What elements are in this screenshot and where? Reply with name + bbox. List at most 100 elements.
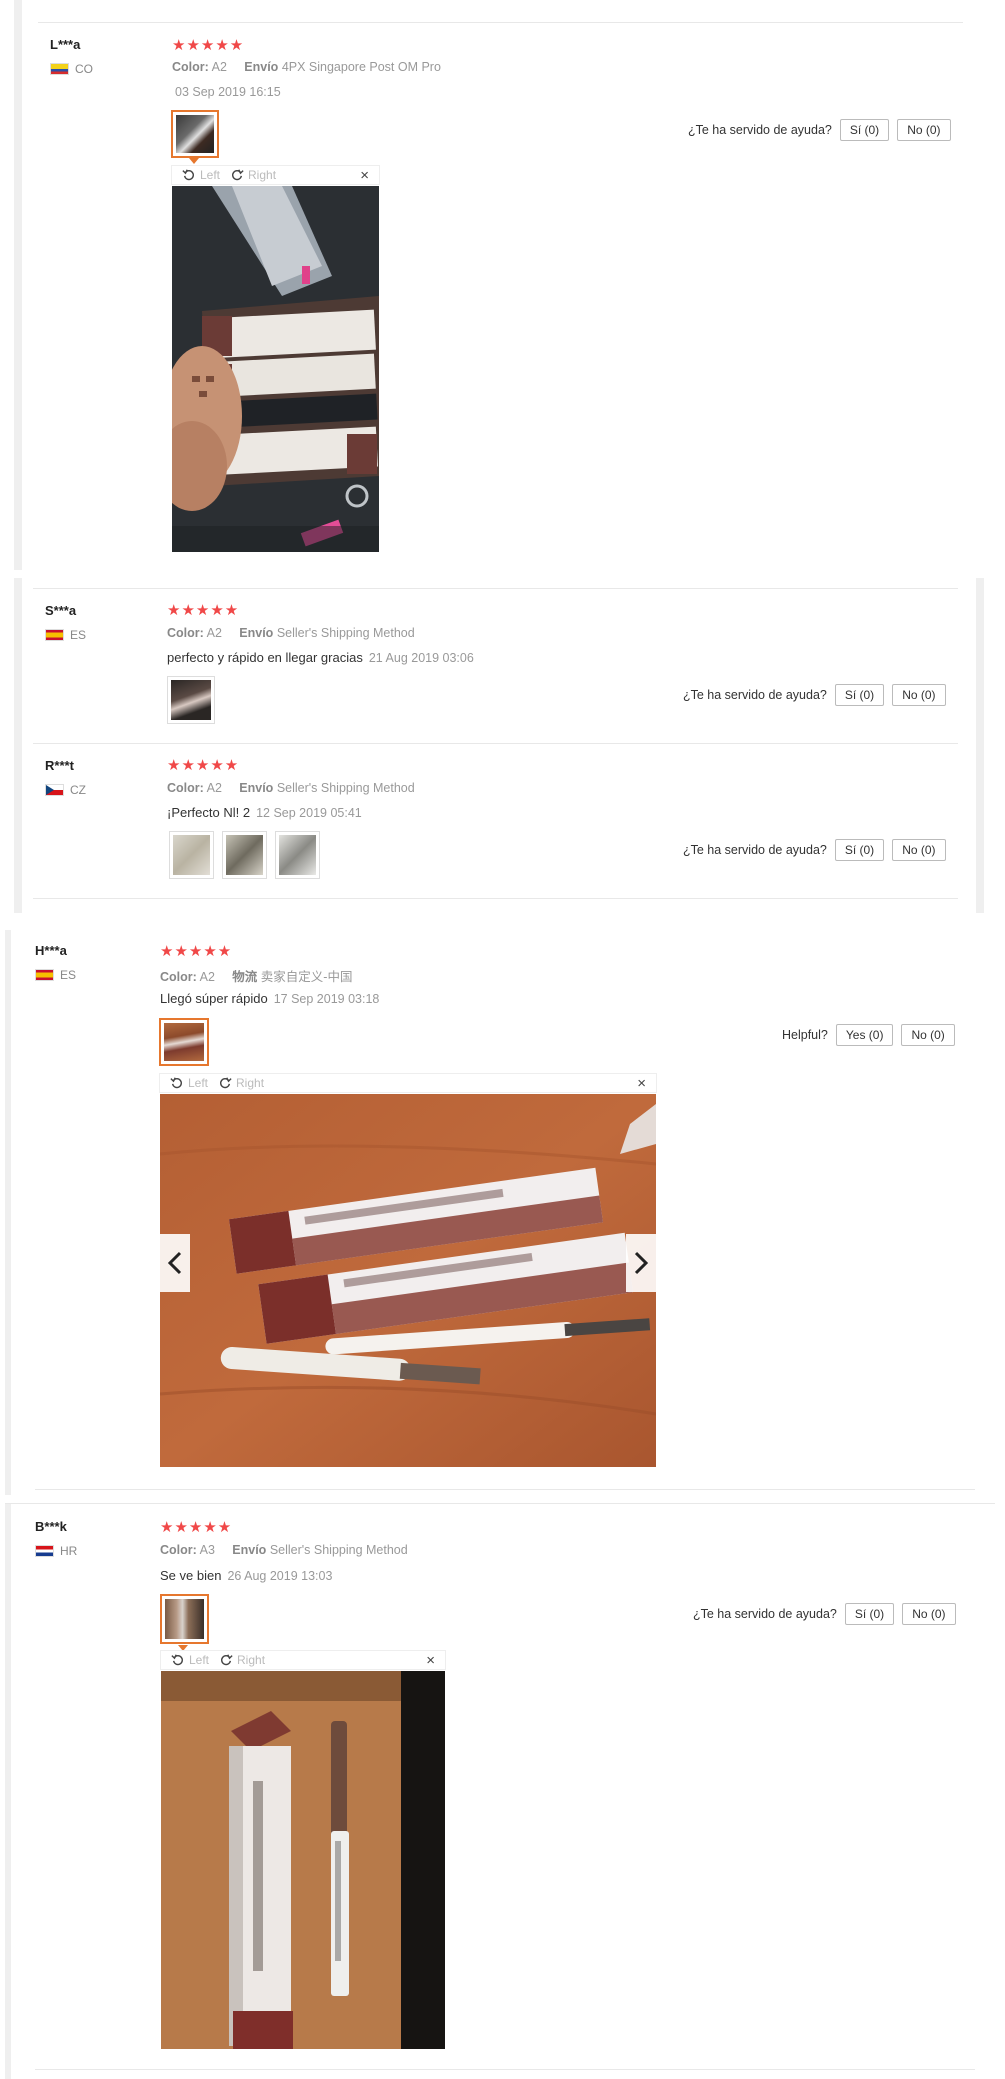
close-viewer-icon[interactable]: × (360, 167, 369, 184)
reviewer-country: CO (50, 62, 93, 76)
thumbnail-image (171, 680, 211, 720)
shipping-label: Envío (244, 60, 279, 74)
panel-left-bar (5, 1503, 11, 2079)
country-code: CO (75, 62, 93, 76)
rotate-right-button[interactable]: Right (219, 1653, 265, 1667)
helpful-no-button[interactable]: No (0) (902, 1603, 956, 1625)
reviewer-name: S***a (45, 603, 77, 618)
reviewer-country: HR (35, 1544, 77, 1558)
divider (35, 1489, 975, 1490)
review-date: 12 Sep 2019 05:41 (256, 806, 362, 820)
shipping-value: 卖家自定义-中国 (260, 970, 353, 984)
color-value: A2 (206, 626, 222, 640)
helpful-yes-button[interactable]: Sí (0) (839, 119, 890, 141)
review-photo-large (172, 186, 379, 552)
shipping-label: Envío (232, 1543, 267, 1557)
close-viewer-icon[interactable]: × (426, 1652, 435, 1669)
thumbnail-image (173, 835, 210, 875)
rotate-left-button[interactable]: Left (171, 1653, 209, 1667)
color-label: Color: (160, 970, 197, 984)
helpful-yes-button[interactable]: Yes (0) (835, 1024, 894, 1046)
review-photo-thumbnail[interactable] (222, 831, 267, 879)
reviewer-country: CZ (45, 783, 86, 797)
chevron-left-icon (167, 1251, 182, 1275)
rotate-right-button[interactable]: Right (230, 168, 276, 182)
review-panel-4 (5, 1503, 995, 2079)
review-text: ¡Perfecto Nl! 2 12 Sep 2019 05:41 (167, 805, 362, 820)
review-body: Se ve bien (160, 1568, 222, 1583)
review-date: 17 Sep 2019 03:18 (273, 992, 380, 1006)
helpful-yes-button[interactable]: Sí (0) (834, 839, 885, 861)
photo-viewer-toolbar: Left Right × (160, 1650, 446, 1670)
review-photo-thumbnail[interactable] (159, 1018, 209, 1066)
helpful-box: Helpful? Yes (0) No (0) (782, 1024, 955, 1046)
helpful-yes-button[interactable]: Sí (0) (834, 684, 885, 706)
helpful-no-button[interactable]: No (0) (892, 684, 946, 706)
divider (33, 898, 958, 899)
color-label: Color: (160, 1543, 197, 1557)
country-code: ES (60, 968, 77, 982)
panel-left-bar (14, 0, 22, 570)
review-panel-2 (14, 578, 984, 913)
rotate-left-button[interactable]: Left (182, 168, 220, 182)
country-code: HR (60, 1544, 78, 1558)
review-photo-thumbnail[interactable] (167, 676, 215, 724)
helpful-box: ¿Te ha servido de ayuda? Sí (0) No (0) (693, 1603, 956, 1625)
color-value: A3 (199, 1543, 215, 1557)
review-photo-thumbnail[interactable] (171, 110, 219, 158)
reviewer-name: R***t (45, 758, 74, 773)
shipping-value: Seller's Shipping Method (269, 1543, 408, 1557)
shipping-value: Seller's Shipping Method (276, 626, 415, 640)
thumbnail-pointer (189, 158, 199, 164)
close-viewer-icon[interactable]: × (637, 1075, 646, 1092)
flag-co-icon (50, 63, 69, 75)
review-meta: Color: A2 物流 卖家自定义-中国 (160, 966, 352, 985)
country-code: CZ (70, 783, 86, 797)
helpful-no-button[interactable]: No (0) (892, 839, 946, 861)
helpful-no-button[interactable]: No (0) (897, 119, 951, 141)
rotate-right-label: Right (236, 1076, 265, 1090)
thumbnail-image (164, 1023, 204, 1061)
divider (33, 588, 958, 589)
photo-viewer-toolbar: Left Right × (159, 1073, 657, 1093)
star-rating: ★★★★★ (172, 37, 245, 54)
shipping-label: Envío (239, 626, 274, 640)
flag-es-icon (45, 629, 64, 641)
color-label: Color: (167, 626, 204, 640)
reviewer-name: L***a (50, 37, 81, 52)
review-text: Llegó súper rápido 17 Sep 2019 03:18 (160, 991, 379, 1006)
rotate-right-label: Right (248, 168, 277, 182)
star-rating: ★★★★★ (167, 602, 240, 619)
helpful-question: ¿Te ha servido de ayuda? (683, 688, 827, 702)
divider (33, 743, 958, 744)
review-photo-thumbnail[interactable] (160, 1594, 209, 1644)
helpful-box: ¿Te ha servido de ayuda? Sí (0) No (0) (688, 119, 951, 141)
rotate-left-button[interactable]: Left (170, 1076, 208, 1090)
rotate-right-button[interactable]: Right (218, 1076, 264, 1090)
rotate-left-icon (170, 1077, 182, 1089)
review-photo-large (161, 1671, 445, 2049)
helpful-question: ¿Te ha servido de ayuda? (683, 843, 827, 857)
review-photo-thumbnail[interactable] (169, 831, 214, 879)
rotate-left-icon (182, 169, 194, 181)
helpful-question: Helpful? (782, 1028, 828, 1042)
review-body: perfecto y rápido en llegar gracias (167, 650, 363, 665)
photo-prev-button[interactable] (160, 1234, 190, 1292)
rotate-right-icon (220, 1077, 232, 1089)
review-photo-thumbnail[interactable] (275, 831, 320, 879)
thumbnail-image (279, 835, 316, 875)
photo-viewer-toolbar: Left Right × (171, 165, 380, 185)
rotate-left-label: Left (200, 168, 221, 182)
color-label: Color: (172, 60, 209, 74)
helpful-box: ¿Te ha servido de ayuda? Sí (0) No (0) (683, 839, 946, 861)
rotate-left-label: Left (188, 1076, 209, 1090)
helpful-yes-button[interactable]: Sí (0) (844, 1603, 895, 1625)
panel-right-bar (976, 578, 984, 913)
star-rating: ★★★★★ (160, 1519, 233, 1536)
shipping-value: 4PX Singapore Post OM Pro (281, 60, 441, 74)
helpful-no-button[interactable]: No (0) (901, 1024, 955, 1046)
reviewer-country: ES (45, 628, 86, 642)
star-rating: ★★★★★ (160, 943, 233, 960)
photo-next-button[interactable] (626, 1234, 656, 1292)
divider (5, 1503, 995, 1504)
